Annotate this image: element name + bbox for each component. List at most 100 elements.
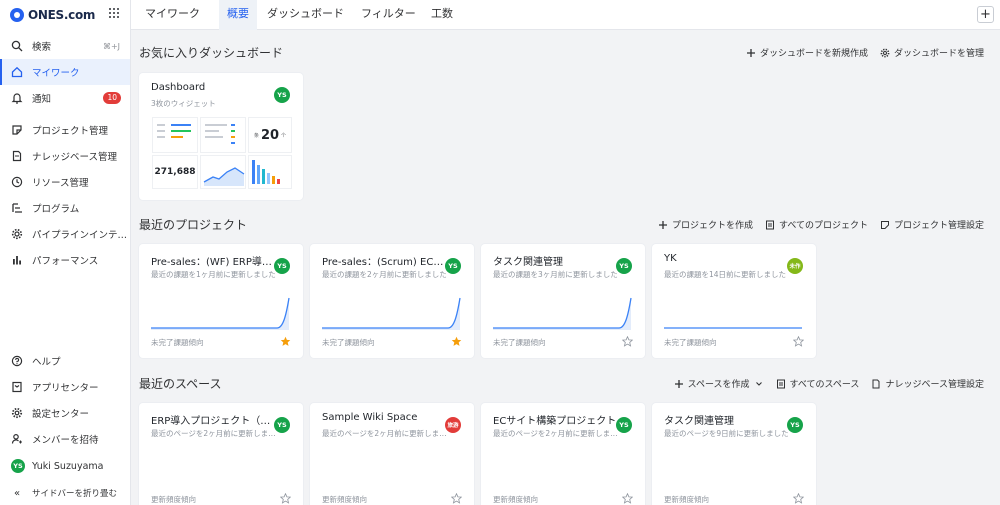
widget-count-preview: 条 20 个 bbox=[248, 117, 292, 153]
sidebar-item-invite-member[interactable]: メンバーを招待 bbox=[0, 426, 130, 452]
tab-dashboard[interactable]: ダッシュボード bbox=[259, 0, 352, 30]
avatar: YS bbox=[11, 459, 25, 473]
notification-count-badge: 10 bbox=[103, 92, 121, 104]
all-projects-label: すべてのプロジェクト bbox=[778, 221, 868, 231]
user-profile[interactable]: YS Yuki Suzuyama bbox=[0, 453, 130, 479]
project-updated-text: 最近の課題を14日前に更新しました bbox=[664, 270, 787, 279]
wiki-settings-icon bbox=[872, 379, 880, 388]
knowledge-base-settings-button[interactable]: ナレッジベース管理設定 bbox=[871, 377, 984, 390]
widget-area-chart-preview bbox=[200, 155, 246, 189]
dashboard-title: Dashboard bbox=[151, 82, 206, 93]
sidebar-item-settings-center[interactable]: 設定センター bbox=[0, 400, 130, 426]
space-title: ECサイト構築プロジェクト bbox=[493, 416, 617, 427]
sidebar-item-pipeline[interactable]: パイプラインインテ… bbox=[0, 221, 130, 247]
invite-user-icon bbox=[11, 433, 23, 445]
manage-dashboard-label: ダッシュボードを管理 bbox=[893, 49, 984, 59]
space-title: Sample Wiki Space bbox=[322, 412, 418, 423]
sidebar-item-search[interactable]: 検索 ⌘+J bbox=[0, 33, 130, 59]
create-space-label: スペースを作成 bbox=[687, 380, 750, 390]
project-card[interactable]: Pre-sales：(WF) ERP導入プロジェクト 最近の課題を1ヶ月前に更新… bbox=[139, 244, 303, 358]
project-card[interactable]: タスク関連管理 最近の課題を3ヶ月前に更新しました YS 未完了課題傾向 bbox=[481, 244, 645, 358]
logo-text: ONES.com bbox=[28, 8, 96, 22]
sidebar: ONES.com 検索 ⌘+J マイワーク 通知 10 プロジェクト管理 ナレッ… bbox=[0, 0, 131, 505]
star-outline-icon[interactable] bbox=[793, 336, 804, 347]
sidebar-item-label: 検索 bbox=[32, 42, 52, 53]
manage-dashboard-button[interactable]: ダッシュボードを管理 bbox=[880, 46, 984, 59]
logo-icon bbox=[10, 8, 24, 22]
sidebar-item-resource-management[interactable]: リソース管理 bbox=[0, 169, 130, 195]
big-number: 271,688 bbox=[154, 167, 196, 177]
all-projects-button[interactable]: すべてのプロジェクト bbox=[765, 218, 868, 231]
sidebar-item-help[interactable]: ヘルプ bbox=[0, 348, 130, 374]
star-outline-icon[interactable] bbox=[280, 493, 291, 504]
program-icon bbox=[11, 202, 23, 214]
all-spaces-label: すべてのスペース bbox=[789, 380, 860, 390]
sidebar-item-label: メンバーを招待 bbox=[32, 435, 99, 446]
sidebar-item-label: プログラム bbox=[32, 204, 80, 215]
create-project-label: プロジェクトを作成 bbox=[671, 221, 753, 231]
star-outline-icon[interactable] bbox=[793, 493, 804, 504]
space-card[interactable]: ECサイト構築プロジェクト 最近のページを2ヶ月前に更新しました YS 更新頻度… bbox=[481, 403, 645, 505]
sidebar-item-label: マイワーク bbox=[32, 68, 80, 79]
project-card[interactable]: Pre-sales：(Scrum) ECサイト構築 最近の課題を2ヶ月前に更新し… bbox=[310, 244, 474, 358]
sidebar-item-notifications[interactable]: 通知 10 bbox=[0, 85, 130, 111]
trend-label: 未完了課題傾向 bbox=[664, 338, 717, 347]
tab-overview[interactable]: 概要 bbox=[219, 0, 257, 30]
star-outline-icon[interactable] bbox=[622, 336, 633, 347]
avatar: YS bbox=[445, 258, 461, 274]
space-card[interactable]: タスク関連管理 最近のページを9日前に更新しました YS 更新頻度傾向 bbox=[652, 403, 816, 505]
avatar: YS bbox=[274, 417, 290, 433]
bell-icon bbox=[11, 92, 23, 104]
metric-small-label: 条 bbox=[253, 132, 259, 139]
sidebar-item-performance[interactable]: パフォーマンス bbox=[0, 247, 130, 273]
project-updated-text: 最近の課題を2ヶ月前に更新しました bbox=[322, 270, 447, 279]
create-space-button[interactable]: スペースを作成 bbox=[674, 377, 764, 390]
create-project-button[interactable]: プロジェクトを作成 bbox=[658, 218, 753, 231]
ones-logo[interactable]: ONES.com bbox=[10, 7, 95, 23]
wiki-icon bbox=[11, 150, 23, 162]
dashboard-card[interactable]: Dashboard 3枚のウィジェット YS 条 20 个 271,688 bbox=[139, 73, 303, 200]
avatar: 未作 bbox=[787, 258, 803, 274]
plus-icon bbox=[658, 220, 667, 229]
project-updated-text: 最近の課題を1ヶ月前に更新しました bbox=[151, 270, 276, 279]
sidebar-item-knowledge-base[interactable]: ナレッジベース管理 bbox=[0, 143, 130, 169]
app-center-icon bbox=[11, 381, 23, 393]
space-card[interactable]: Sample Wiki Space 最近のページを2ヶ月前に更新しました 旅游 … bbox=[310, 403, 474, 505]
all-spaces-button[interactable]: すべてのスペース bbox=[776, 377, 860, 390]
gear-icon bbox=[11, 228, 23, 240]
create-dashboard-button[interactable]: ダッシュボードを新規作成 bbox=[746, 46, 868, 59]
tab-my-work[interactable]: マイワーク bbox=[137, 0, 208, 30]
bar-chart-icon bbox=[11, 254, 23, 266]
trend-label: 未完了課題傾向 bbox=[493, 338, 546, 347]
sidebar-item-my-work[interactable]: マイワーク bbox=[0, 59, 130, 85]
widget-list-preview bbox=[152, 117, 198, 153]
star-filled-icon[interactable] bbox=[280, 336, 291, 347]
shortcut-hint: ⌘+J bbox=[102, 41, 120, 51]
trend-label: 更新頻度傾向 bbox=[151, 495, 196, 504]
avatar: 旅游 bbox=[445, 417, 461, 433]
sidebar-item-label: 設定センター bbox=[32, 409, 90, 420]
widget-number-preview: 271,688 bbox=[152, 155, 198, 189]
space-card[interactable]: ERP導入プロジェクト（WF） 最近のページを2ヶ月前に更新しました YS 更新… bbox=[139, 403, 303, 505]
project-card[interactable]: YK 最近の課題を14日前に更新しました 未作 未完了課題傾向 bbox=[652, 244, 816, 358]
project-settings-button[interactable]: プロジェクト管理設定 bbox=[880, 218, 984, 231]
clock-icon bbox=[11, 176, 23, 188]
sidebar-item-label: アプリセンター bbox=[32, 383, 99, 394]
tab-filter[interactable]: フィルター bbox=[353, 0, 424, 30]
sidebar-item-label: 通知 bbox=[32, 94, 52, 105]
sidebar-item-app-center[interactable]: アプリセンター bbox=[0, 374, 130, 400]
app-grid-icon[interactable] bbox=[107, 6, 121, 20]
star-outline-icon[interactable] bbox=[622, 493, 633, 504]
sidebar-item-project-management[interactable]: プロジェクト管理 bbox=[0, 117, 130, 143]
star-outline-icon[interactable] bbox=[451, 493, 462, 504]
star-filled-icon[interactable] bbox=[451, 336, 462, 347]
space-updated-text: 最近のページを2ヶ月前に更新しました bbox=[151, 429, 277, 438]
user-name: Yuki Suzuyama bbox=[32, 460, 104, 472]
sidebar-item-label: パイプラインインテ… bbox=[32, 230, 128, 241]
space-title: タスク関連管理 bbox=[664, 416, 734, 427]
add-tab-button[interactable]: + bbox=[977, 6, 994, 23]
space-updated-text: 最近のページを2ヶ月前に更新しました bbox=[493, 429, 619, 438]
tab-effort[interactable]: 工数 bbox=[423, 0, 461, 30]
sidebar-item-program[interactable]: プログラム bbox=[0, 195, 130, 221]
collapse-sidebar-button[interactable]: « サイドバーを折り畳む bbox=[0, 480, 130, 505]
